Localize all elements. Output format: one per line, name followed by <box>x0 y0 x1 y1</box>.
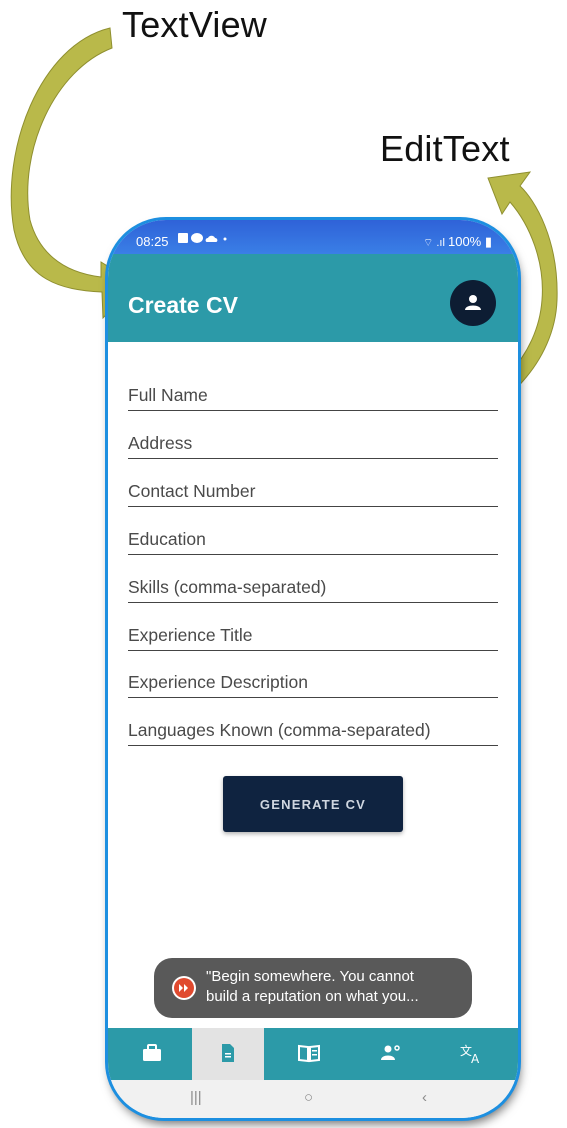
notification-icons <box>178 232 230 247</box>
home-button[interactable]: ○ <box>304 1089 313 1106</box>
person-icon <box>465 295 481 310</box>
quote-toast: "Begin somewhere. You cannot build a rep… <box>154 958 472 1018</box>
battery-icon: ▮ <box>481 234 492 249</box>
people-icon <box>381 1045 400 1060</box>
recents-button[interactable]: ||| <box>190 1089 202 1106</box>
status-bar: 08:25 ⌔ .ıl 100% ▮ <box>108 220 518 254</box>
nav-item-guide[interactable] <box>272 1028 344 1080</box>
full-name-input[interactable] <box>128 380 498 411</box>
fast-forward-icon <box>172 976 196 1000</box>
nav-item-interview[interactable] <box>354 1028 426 1080</box>
translate-icon: 文 A <box>460 1043 480 1065</box>
svg-text:A: A <box>471 1052 480 1065</box>
nav-item-translate[interactable]: 文 A <box>434 1028 506 1080</box>
document-icon <box>222 1044 234 1062</box>
contact-number-input[interactable] <box>128 476 498 507</box>
status-right: ⌔ .ıl 100% ▮ <box>423 234 492 250</box>
wifi-signal-icon: ⌔ .ıl <box>422 237 448 249</box>
back-button[interactable]: ‹ <box>422 1089 427 1106</box>
status-left-icons <box>178 233 227 243</box>
nav-item-jobs[interactable] <box>116 1028 188 1080</box>
system-nav: ||| ○ ‹ <box>108 1080 518 1118</box>
toast-line-1: "Begin somewhere. You cannot <box>206 968 414 985</box>
briefcase-icon <box>143 1044 161 1061</box>
book-icon <box>298 1044 320 1063</box>
profile-avatar-button[interactable] <box>450 280 496 326</box>
address-input[interactable] <box>128 428 498 459</box>
experience-title-input[interactable] <box>128 620 498 651</box>
education-input[interactable] <box>128 524 498 555</box>
skills-input[interactable] <box>128 572 498 603</box>
languages-input[interactable] <box>128 715 498 746</box>
toast-line-2: build a reputation on what you... <box>206 988 419 1005</box>
experience-description-input[interactable] <box>128 667 498 698</box>
status-time: 08:25 <box>136 234 169 249</box>
app-bar: Create CV <box>108 254 518 342</box>
page-title: Create CV <box>128 292 238 318</box>
bottom-nav: 文 A <box>108 1028 518 1080</box>
battery-level: 100% <box>447 234 482 249</box>
phone-screen: 08:25 ⌔ .ıl 100% ▮ Create CV Full Name A… <box>108 220 518 1118</box>
toast-text: "Begin somewhere. You cannot build a rep… <box>206 967 468 1007</box>
generate-cv-button[interactable]: GENERATE CV <box>223 776 403 832</box>
nav-item-cv[interactable] <box>192 1028 264 1080</box>
